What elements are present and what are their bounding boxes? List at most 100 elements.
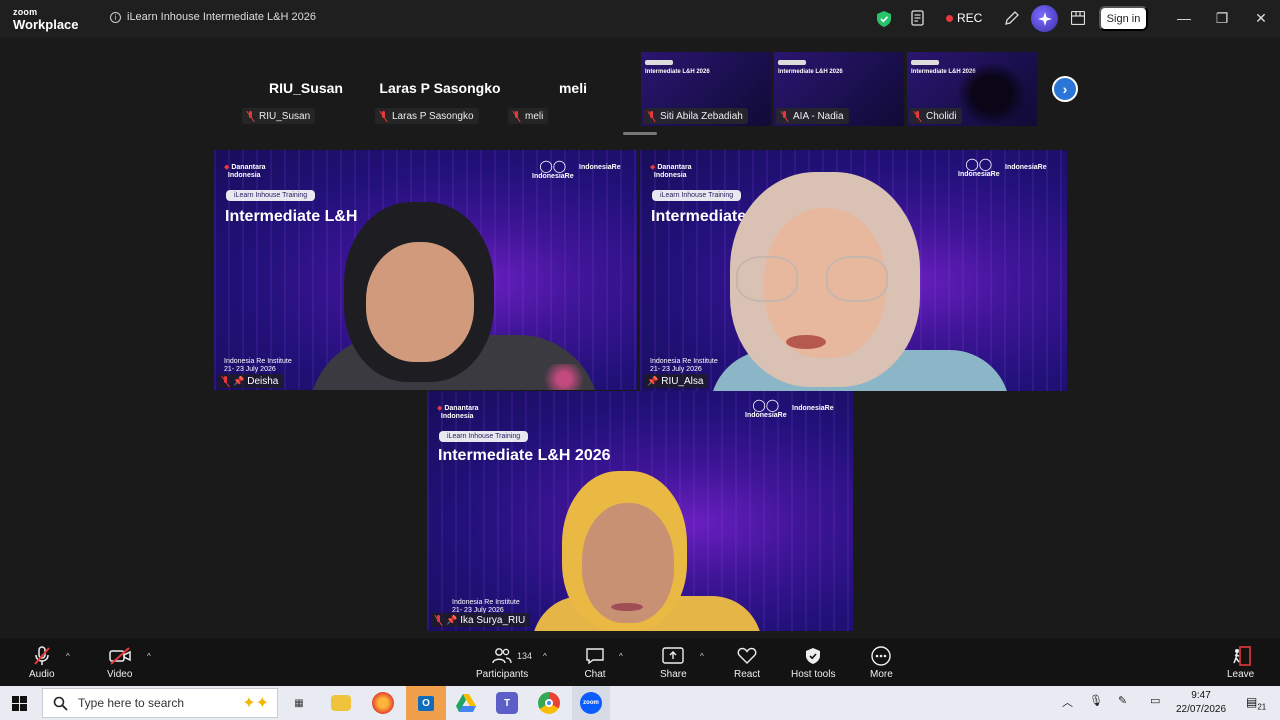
search-icon [53,696,68,711]
strip-video-thumb[interactable]: Intermediate L&H 2026 Cholidi [907,52,1037,126]
mic-muted-icon [434,614,443,626]
mic-muted-icon [379,110,388,122]
pin-icon: 📌 [647,375,659,386]
windows-start-icon[interactable] [12,696,27,711]
video-options-caret[interactable]: ^ [147,652,151,661]
indonesiare-logo: ◯◯ IndonesiaRe [532,159,574,181]
share-button[interactable]: Share [660,646,687,680]
google-drive-icon[interactable] [455,692,477,714]
task-view-icon[interactable]: ▦ [288,692,310,714]
pin-icon: 📌 [233,375,245,386]
notification-center[interactable]: ▤21 [1246,695,1266,711]
strip-participant-name: RIU_Susan [269,80,343,96]
info-icon[interactable]: i [110,11,121,23]
leave-door-icon [1230,646,1252,666]
zoom-logo: zoom Workplace [13,7,79,32]
strip-name-tag: meli [508,108,549,124]
microphone-tray-icon[interactable]: 🎙 [1089,694,1103,707]
restore-icon[interactable]: ❐ [1214,10,1230,26]
zoom-window: zoom Workplace i iLearn Inhouse Intermed… [0,0,1280,720]
tile-name-tag: 📌 Deisha [218,374,284,388]
strip-name-tag: Cholidi [909,108,962,124]
indonesiare-logo: ◯◯ IndonesiaRe [745,398,787,420]
thumb-slide-pill [645,60,673,65]
meeting-info[interactable]: i iLearn Inhouse Intermediate L&H 2026 [110,11,316,23]
active-speaker-tile[interactable]: ◆ Danantara Indonesia ◯◯ IndonesiaRe Indo… [640,150,1067,391]
file-explorer-icon[interactable] [331,695,351,711]
indonesiare-institute-logo: IndonesiaRe [579,164,621,171]
pen-tray-icon[interactable]: ✎ [1118,694,1127,707]
tile-name-tag: 📌 RIU_Alsa [644,374,709,388]
slide-title: Intermediate [651,208,747,225]
slide-pill: iLearn Inhouse Training [652,190,742,201]
slide-footer: Indonesia Re Institute 21- 23 July 2026 [650,358,718,374]
display-tray-icon[interactable]: ▭ [1150,694,1160,707]
mic-muted-icon [512,110,521,122]
thumb-slide-pill [911,60,939,65]
meeting-title: iLearn Inhouse Intermediate L&H 2026 [127,11,316,23]
video-tile[interactable]: ◆ Danantara Indonesia ◯◯ IndonesiaRe Indo… [427,391,853,631]
firefox-icon[interactable] [372,692,394,714]
apps-grid-icon[interactable] [1071,11,1085,25]
host-tools-button[interactable]: Host tools [791,646,835,680]
strip-video-thumb[interactable]: Intermediate L&H 2026 AIA - Nadia [774,52,904,126]
recording-indicator[interactable]: REC [946,11,982,25]
chat-options-caret[interactable]: ^ [619,652,623,661]
danantara-logo: ◆ Danantara Indonesia [224,164,266,179]
ai-companion-icon[interactable] [1031,5,1058,32]
host-shield-icon [802,646,824,666]
shield-icon[interactable] [877,11,891,27]
audio-options-caret[interactable]: ^ [66,652,70,661]
danantara-logo: ◆ Danantara Indonesia [437,405,479,420]
strip-name-tag: Laras P Sasongko [375,108,479,124]
strip-name-tag: RIU_Susan [242,108,316,124]
audio-button[interactable]: Audio [29,646,55,680]
annotate-pen-icon[interactable] [1004,10,1020,26]
outlook-taskbar-item[interactable]: O [406,686,446,720]
tile-name-tag: 📌 Ika Surya_RIU [431,613,531,627]
share-screen-icon [662,646,685,666]
outlook-icon: O [418,695,434,711]
sign-in-button[interactable]: Sign in [1099,6,1148,31]
video-tile[interactable]: ◆ Danantara Indonesia ◯◯ IndonesiaRe Indo… [214,150,637,390]
pin-icon: 📌 [446,614,458,625]
video-button[interactable]: Video [107,646,132,680]
participant-silhouette [957,62,1027,126]
taskbar-clock[interactable]: 9:47 22/07/2026 [1176,689,1226,717]
share-options-caret[interactable]: ^ [700,652,704,661]
video-off-icon [108,646,131,666]
strip-participant-name: Laras P Sasongko [379,80,501,96]
participant-count: 134 [517,651,533,661]
danantara-logo: ◆ Danantara Indonesia [650,164,692,179]
mic-muted-icon [780,110,789,122]
indonesiare-institute-logo: IndonesiaRe [792,405,834,412]
strip-scroll-handle[interactable] [623,132,657,135]
slide-title: Intermediate L&H 2026 [438,447,611,464]
strip-name-tag: AIA - Nadia [776,108,849,124]
minimize-icon[interactable]: — [1176,10,1192,26]
more-button[interactable]: More [870,646,893,680]
mic-muted-icon [31,646,53,666]
indonesiare-institute-logo: IndonesiaRe [1005,164,1047,171]
leave-button[interactable]: Leave [1227,646,1254,680]
chat-button[interactable]: Chat [584,646,606,680]
notes-icon[interactable] [911,10,926,27]
mic-muted-icon [246,110,255,122]
strip-next-button[interactable]: › [1052,76,1078,102]
tray-chevron-icon[interactable]: ︿ [1062,694,1073,710]
react-button[interactable]: React [734,646,760,680]
teams-icon[interactable]: T [496,692,518,714]
taskbar-search-input[interactable]: Type here to search ✦✦ [42,688,278,718]
chrome-icon[interactable] [538,692,560,714]
close-icon[interactable]: ✕ [1253,10,1269,26]
mic-muted-icon [221,375,230,387]
mic-muted-icon [647,110,656,122]
notification-icon: ▤ [1246,695,1258,709]
strip-video-thumb[interactable]: Intermediate L&H 2026 Siti Abila Zebadia… [641,52,771,126]
participants-options-caret[interactable]: ^ [543,652,547,661]
zoom-taskbar-item[interactable]: zoom [572,686,610,720]
record-dot-icon [946,14,953,22]
slide-footer: Indonesia Re Institute 21- 23 July 2026 [224,358,292,374]
windows-taskbar: Type here to search ✦✦ ▦ O T zoom ︿ 🎙 ✎ … [0,686,1280,720]
thumb-slide-pill [778,60,806,65]
